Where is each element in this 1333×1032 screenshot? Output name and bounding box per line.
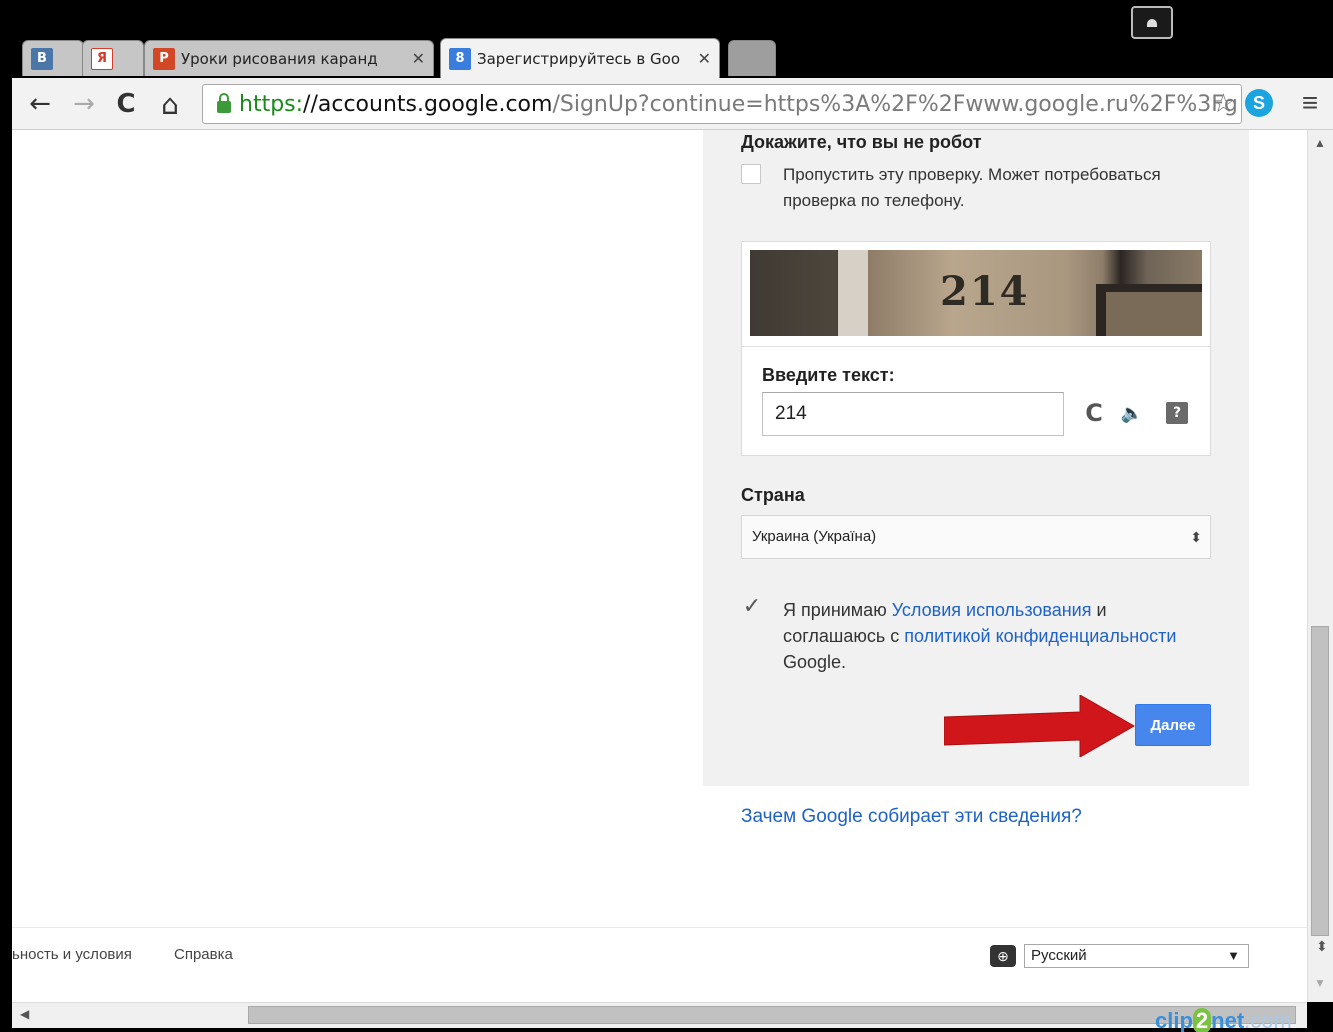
home-icon[interactable]: ⌂ [154,88,186,121]
help-link[interactable]: Справка [174,946,233,963]
tab-drawing-lessons[interactable]: P Уроки рисования каранд ✕ [144,40,434,76]
lock-icon [217,93,231,113]
close-tab-icon[interactable]: ✕ [412,49,425,68]
google-favicon-icon: 8 [449,47,471,70]
clip2net-watermark: clip 2 net.com [1155,1008,1333,1032]
bookmark-star-icon[interactable]: ☆ [1212,89,1235,119]
page-footer: ьность и условия Справка ⊕ Русский ▼ [12,927,1307,1002]
url-scheme: https: [239,91,304,117]
scroll-up-icon[interactable]: ▲ [1314,136,1326,150]
tab-google-signup[interactable]: 8 Зарегистрируйтесь в Goo ✕ [440,38,720,78]
captcha-refresh-icon[interactable]: C [1082,399,1106,427]
terms-of-service-link[interactable]: Условия использования [892,600,1092,620]
scroll-sort-icon: ⬍ [1316,938,1328,954]
captcha-label: Введите текст: [762,365,895,385]
divider [742,346,1210,347]
tab-vk[interactable]: В [22,40,84,76]
language-select[interactable]: Русский ▼ [1024,944,1249,968]
tab-yandex[interactable]: Я [82,40,144,76]
url-path: /SignUp?continue=https%3A%2F%2Fwww.googl… [552,91,1238,117]
country-label: Страна [741,485,805,505]
skip-check-label: Пропустить эту проверку. Может потребова… [783,165,1161,210]
chevron-down-icon: ▼ [1227,948,1240,963]
vk-favicon-icon: В [31,47,53,70]
forward-icon[interactable]: → [68,88,100,120]
new-tab-button[interactable] [728,40,776,76]
skip-check-checkbox[interactable] [741,164,761,184]
vertical-scrollbar[interactable]: ▲ ⬍ ▼ [1307,130,1333,1002]
yandex-favicon-icon: Я [91,47,113,70]
watermark-text: net [1211,1008,1245,1032]
country-select[interactable]: Украина (Україна) ⬍ [741,515,1211,559]
terms-label: Я принимаю Условия использования и согла… [783,597,1183,675]
watermark-text: 2 [1192,1008,1212,1032]
menu-icon[interactable]: ≡ [1296,87,1324,118]
skype-extension-icon[interactable]: S [1245,89,1273,117]
captcha-input[interactable]: 214 [762,392,1064,436]
terms-text: Google. [783,652,847,672]
watermark-text: .com [1244,1008,1292,1032]
language-icon: ⊕ [990,945,1016,967]
terms-checkbox[interactable]: ✓ [741,596,763,618]
robot-check-title: Докажите, что вы не робот [741,132,982,152]
tab-title: Уроки рисования каранд [181,49,378,68]
p-favicon-icon: P [153,47,175,70]
why-google-collects-link[interactable]: Зачем Google собирает эти сведения? [741,806,1082,828]
captcha-box: 214 Введите текст: 214 C 🔈 ? [741,241,1211,456]
horizontal-scrollbar[interactable]: ◀ [12,1002,1307,1028]
tab-title: Зарегистрируйтесь в Goo [477,49,680,68]
captcha-image-text: 214 [940,268,1030,315]
privacy-terms-link[interactable]: ьность и условия [12,946,132,963]
captcha-help-icon[interactable]: ? [1166,402,1188,424]
scroll-down-icon[interactable]: ▼ [1314,976,1326,990]
tab-strip: В Я P Уроки рисования каранд ✕ 8 Зарегис… [0,0,1333,80]
terms-text: Я принимаю [783,600,892,620]
signup-form-card: Докажите, что вы не робот Пропустить эту… [703,130,1249,786]
captcha-audio-icon[interactable]: 🔈 [1120,400,1144,426]
url-host: //accounts.google.com [303,91,553,117]
scroll-left-icon[interactable]: ◀ [20,1007,29,1021]
language-value: Русский [1031,947,1087,964]
browser-toolbar: ← → C ⌂ https://accounts.google.com/Sign… [12,78,1333,130]
browser-window: В Я P Уроки рисования каранд ✕ 8 Зарегис… [0,0,1333,1032]
back-icon[interactable]: ← [24,88,56,120]
reload-icon[interactable]: C [110,88,142,120]
page-viewport: Докажите, что вы не робот Пропустить эту… [12,130,1307,1002]
next-button[interactable]: Далее [1135,704,1211,746]
horizontal-scroll-thumb[interactable] [248,1006,1296,1024]
captcha-background [1096,284,1202,336]
captcha-image: 214 [750,250,1202,336]
red-arrow-annotation [944,695,1136,757]
captcha-background [838,250,868,336]
close-tab-icon[interactable]: ✕ [698,49,711,68]
select-arrows-icon: ⬍ [1190,529,1202,545]
watermark-text: clip [1155,1008,1193,1032]
country-value: Украина (Україна) [752,528,877,545]
privacy-policy-link[interactable]: политикой конфиденциальности [904,626,1176,646]
profile-icon[interactable] [1131,6,1173,39]
address-bar[interactable]: https://accounts.google.com/SignUp?conti… [202,84,1242,124]
vertical-scroll-thumb[interactable] [1311,626,1329,936]
